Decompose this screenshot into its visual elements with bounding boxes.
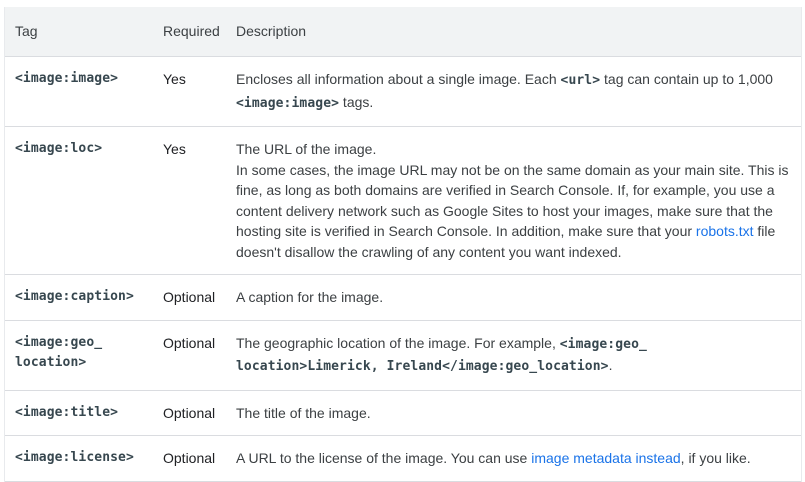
inline-code: <url> bbox=[560, 73, 601, 88]
desc-text: tags. bbox=[339, 93, 374, 110]
desc-text: , if you like. bbox=[680, 450, 751, 466]
description-cell: A caption for the image. bbox=[226, 275, 801, 320]
desc-text: The title of the image. bbox=[236, 404, 371, 421]
tag-cell: <image:title> bbox=[15, 404, 119, 420]
desc-text: A caption for the image. bbox=[236, 289, 384, 305]
description-cell: The URL of the image. In some cases, the … bbox=[226, 127, 801, 274]
desc-text: A URL to the license of the image. You c… bbox=[236, 450, 532, 466]
robots-txt-link[interactable]: robots.txt bbox=[696, 223, 754, 239]
description-cell: A URL to the license of the image. You c… bbox=[226, 436, 801, 481]
desc-text: . bbox=[608, 357, 613, 373]
description-cell: The title of the image. bbox=[226, 391, 801, 436]
tag-cell: <image:geo_ location> bbox=[15, 334, 103, 371]
tag-cell: <image:image> bbox=[15, 71, 119, 86]
image-metadata-link[interactable]: image metadata instead bbox=[531, 450, 680, 466]
required-cell: Optional bbox=[163, 289, 216, 305]
table-row: <image:geo_ location> Optional The geogr… bbox=[5, 321, 801, 391]
sitemap-image-tags-table: Tag Required Description <image:image> Y… bbox=[4, 7, 802, 482]
tag-cell: <image:loc> bbox=[15, 141, 103, 156]
description-cell: Encloses all information about a single … bbox=[226, 57, 801, 126]
required-cell: Yes bbox=[163, 71, 186, 87]
required-cell: Optional bbox=[163, 334, 216, 351]
desc-text: The geographic location of the image. Fo… bbox=[236, 334, 560, 351]
table-row: <image:caption> Optional A caption for t… bbox=[5, 275, 801, 321]
table-row: <image:title> Optional The title of the … bbox=[5, 391, 801, 436]
table-header-row: Tag Required Description bbox=[5, 7, 801, 57]
required-cell: Yes bbox=[163, 141, 186, 157]
required-cell: Optional bbox=[163, 404, 216, 421]
tag-cell: <image:caption> bbox=[15, 289, 134, 304]
desc-text: tag can contain up to 1,000 bbox=[600, 71, 773, 87]
required-cell: Optional bbox=[163, 450, 216, 466]
description-cell: The geographic location of the image. Fo… bbox=[226, 321, 801, 390]
header-required: Required bbox=[163, 23, 220, 40]
table-row: <image:loc> Yes The URL of the image. In … bbox=[5, 127, 801, 275]
desc-text: Encloses all information about a single … bbox=[236, 71, 561, 87]
tag-cell: <image:license> bbox=[15, 450, 134, 465]
table-row: <image:image> Yes Encloses all informati… bbox=[5, 57, 801, 127]
desc-first-line: The URL of the image. bbox=[236, 141, 377, 157]
inline-code: <image:image> bbox=[236, 95, 340, 111]
header-description: Description bbox=[236, 23, 307, 40]
header-tag: Tag bbox=[15, 23, 38, 40]
table-row: <image:license> Optional A URL to the li… bbox=[5, 436, 801, 482]
